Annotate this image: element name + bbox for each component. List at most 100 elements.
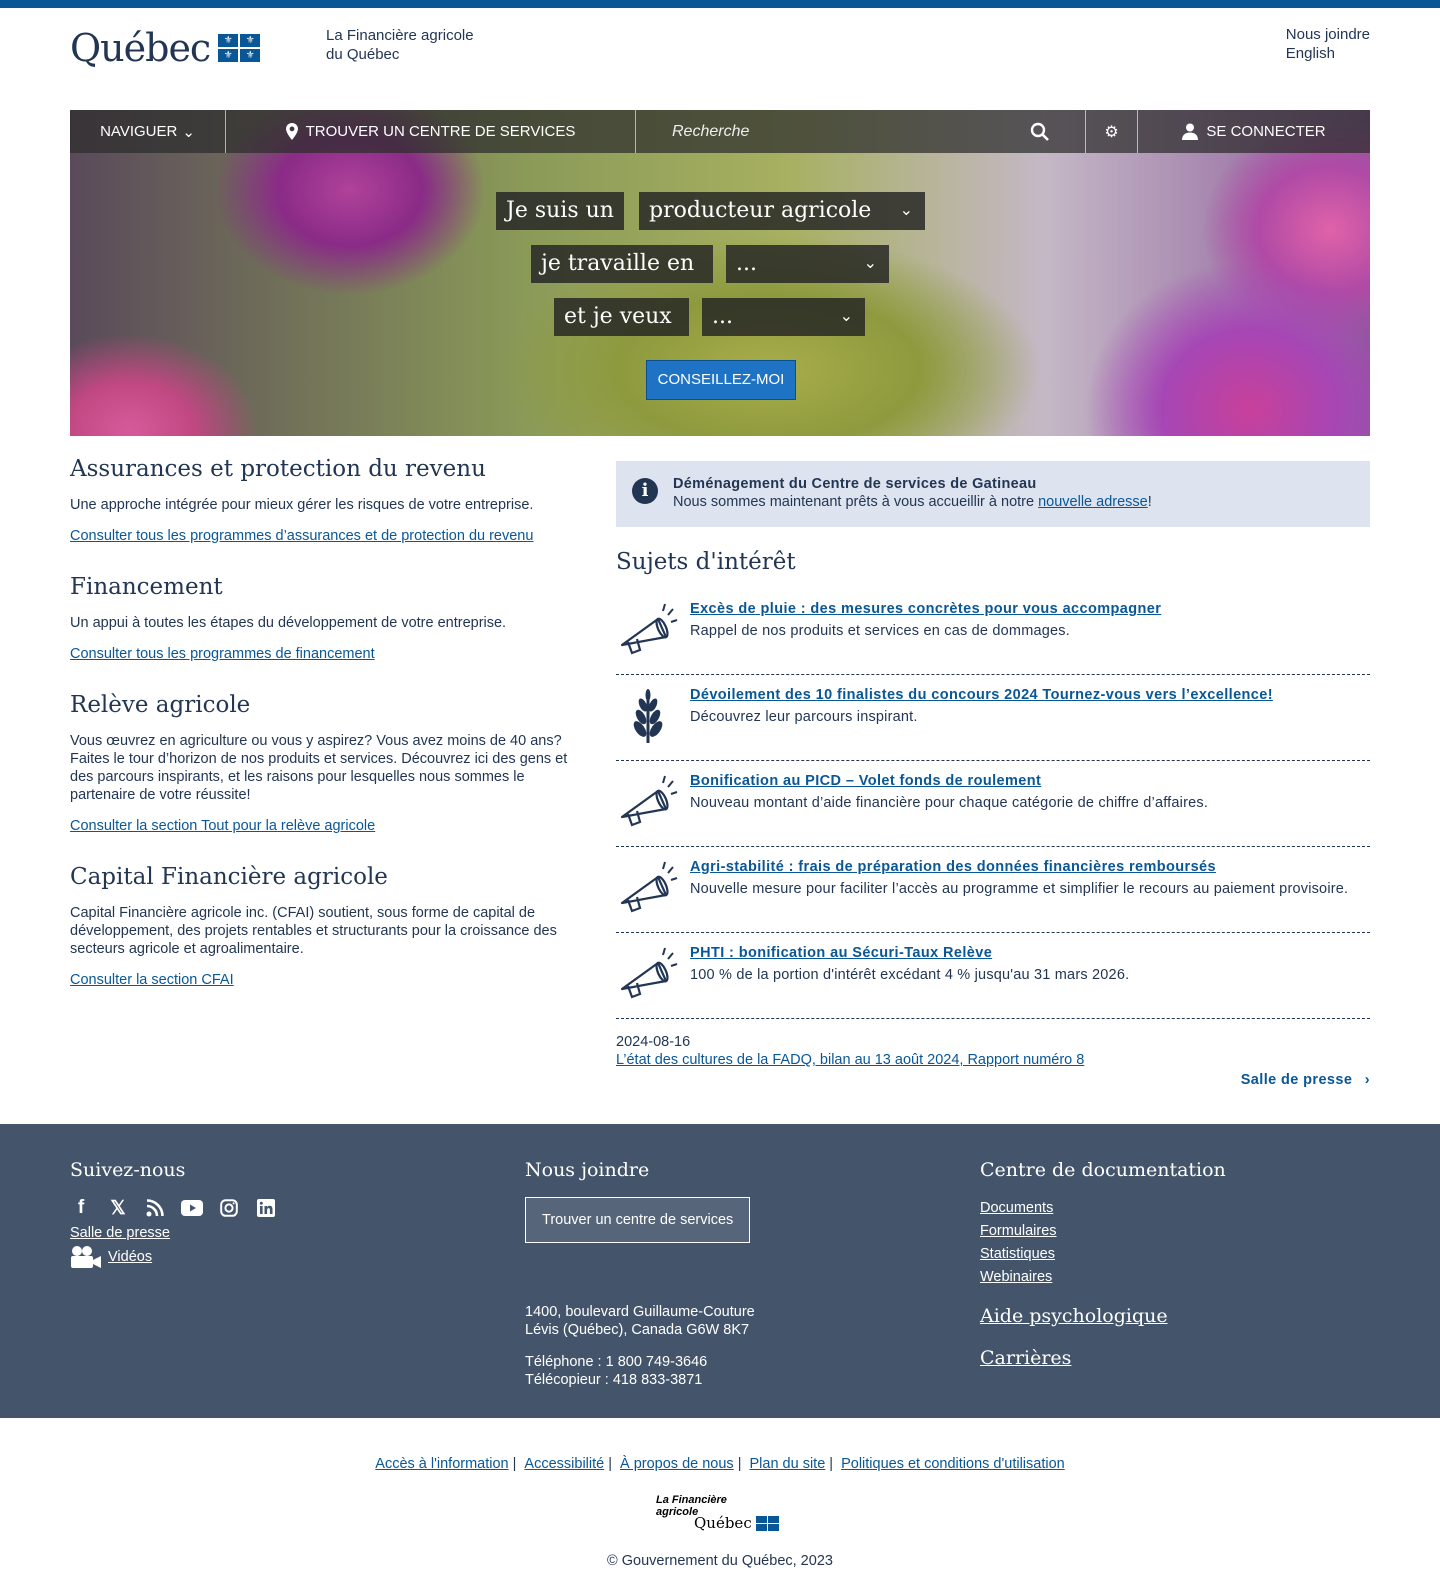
videos-link-row[interactable]: Vidéos xyxy=(70,1245,277,1269)
top-links: Nous joindre English xyxy=(1286,25,1370,63)
topic-item: Bonification au PICD – Volet fonds de ro… xyxy=(616,761,1370,847)
about-link[interactable]: À propos de nous xyxy=(620,1456,734,1472)
megaphone-icon xyxy=(618,773,678,831)
doc-link-documents[interactable]: Documents xyxy=(980,1197,1226,1220)
topic-link[interactable]: Bonification au PICD – Volet fonds de ro… xyxy=(690,773,1370,789)
doc-link-statistics[interactable]: Statistiques xyxy=(980,1243,1226,1266)
address: 1400, boulevard Guillaume-Couture Lévis … xyxy=(525,1304,755,1338)
accessibility-link[interactable]: Accessibilité xyxy=(524,1456,604,1472)
goal-select[interactable]: ... ⌄ xyxy=(702,298,865,336)
language-link[interactable]: English xyxy=(1286,44,1370,63)
news-column: i Déménagement du Centre de services de … xyxy=(616,461,1370,1088)
section-link[interactable]: Consulter la section Tout pour la relève… xyxy=(70,818,590,834)
search-input[interactable]: Recherche xyxy=(636,110,1086,153)
policies-link[interactable]: Politiques et conditions d'utilisation xyxy=(841,1456,1065,1472)
section-title: Financement xyxy=(70,574,223,600)
fadq-logo: La Financière agricole Québec xyxy=(656,1494,786,1534)
topic-item: Excès de pluie : des mesures concrètes p… xyxy=(616,589,1370,675)
site-footer: Suivez-nous f 𝕏 Salle de presse Vidéos N… xyxy=(0,1124,1440,1418)
section-link[interactable]: Consulter la section CFAI xyxy=(70,972,590,988)
topic-text: Nouvelle mesure pour faciliter l’accès a… xyxy=(690,881,1349,897)
wheat-icon xyxy=(618,687,678,745)
map-pin-icon xyxy=(285,123,298,140)
instagram-icon[interactable] xyxy=(218,1197,240,1219)
sitemap-link[interactable]: Plan du site xyxy=(750,1456,826,1472)
main-nav: NAVIGUER ⌄ TROUVER UN CENTRE DE SERVICES … xyxy=(70,110,1370,153)
producer-type-select[interactable]: producteur agricole ⌄ xyxy=(639,192,925,230)
megaphone-icon xyxy=(618,945,678,1003)
topic-item: Agri-stabilité : frais de préparation de… xyxy=(616,847,1370,933)
section-link[interactable]: Consulter tous les programmes de finance… xyxy=(70,646,590,662)
social-links: f 𝕏 xyxy=(70,1197,277,1219)
megaphone-icon xyxy=(618,601,678,659)
section-text: Une approche intégrée pour mieux gérer l… xyxy=(70,497,534,513)
access-info-link[interactable]: Accès à l'information xyxy=(375,1456,508,1472)
topic-item: PHTI : bonification au Sécuri-Taux Relèv… xyxy=(616,933,1370,1019)
section-text: Vous œuvrez en agriculture ou vous y asp… xyxy=(70,733,568,803)
topic-link[interactable]: Excès de pluie : des mesures concrètes p… xyxy=(690,601,1370,617)
megaphone-icon xyxy=(618,859,678,917)
quebec-wordmark: Québec xyxy=(70,26,211,70)
topic-text: Découvrez leur parcours inspirant. xyxy=(690,709,918,725)
fleurdelise-flag-icon xyxy=(755,1515,779,1531)
copyright: © Gouvernement du Québec, 2023 xyxy=(607,1553,833,1569)
hero-phrase-1: Je suis un xyxy=(496,192,624,230)
careers-link[interactable]: Carrières xyxy=(980,1347,1226,1369)
section-text: Capital Financière agricole inc. (CFAI) … xyxy=(70,905,557,957)
contact-title: Nous joindre xyxy=(525,1159,650,1181)
contact-link[interactable]: Nous joindre xyxy=(1286,25,1370,44)
topics-title: Sujets d'intérêt xyxy=(616,549,796,575)
doc-links: Documents Formulaires Statistiques Webin… xyxy=(980,1197,1226,1289)
new-address-link[interactable]: nouvelle adresse xyxy=(1038,494,1148,510)
quebec-logo[interactable]: Québec ⚜ ⚜ ⚜ ⚜ xyxy=(70,24,261,72)
facebook-icon[interactable]: f xyxy=(70,1197,92,1219)
topic-item: Dévoilement des 10 finalistes du concour… xyxy=(616,675,1370,761)
hero-phrase-2: je travaille en xyxy=(531,245,713,283)
press-room-link[interactable]: Salle de presse › xyxy=(1241,1072,1370,1088)
find-center-footer-button[interactable]: Trouver un centre de services xyxy=(525,1197,751,1243)
program-sections: Assurances et protection du revenu Une a… xyxy=(70,456,590,1018)
footer-press-link[interactable]: Salle de presse xyxy=(70,1225,277,1241)
news-entry: 2024-08-16 L’état des cultures de la FAD… xyxy=(616,1033,1370,1069)
info-alert: i Déménagement du Centre de services de … xyxy=(616,461,1370,527)
videos-link[interactable]: Vidéos xyxy=(108,1249,152,1265)
news-date: 2024-08-16 xyxy=(616,1034,691,1050)
rss-icon[interactable] xyxy=(144,1197,166,1219)
youtube-icon[interactable] xyxy=(181,1197,203,1219)
topics-list: Excès de pluie : des mesures concrètes p… xyxy=(616,589,1370,1019)
topic-link[interactable]: Dévoilement des 10 finalistes du concour… xyxy=(690,687,1370,703)
chevron-down-icon: ⌄ xyxy=(899,202,913,219)
gear-icon: ⚙ xyxy=(1104,123,1119,141)
settings-button[interactable]: ⚙ xyxy=(1086,110,1138,153)
sector-select[interactable]: ... ⌄ xyxy=(726,245,889,283)
topic-link[interactable]: Agri-stabilité : frais de préparation de… xyxy=(690,859,1370,875)
site-header: Québec ⚜ ⚜ ⚜ ⚜ La Financière agricole du Qu… xyxy=(70,22,1370,82)
find-center-button[interactable]: TROUVER UN CENTRE DE SERVICES xyxy=(226,110,636,153)
chevron-down-icon: ⌄ xyxy=(182,123,195,141)
doc-link-forms[interactable]: Formulaires xyxy=(980,1220,1226,1243)
docs-title: Centre de documentation xyxy=(980,1159,1226,1181)
hero-banner: NAVIGUER ⌄ TROUVER UN CENTRE DE SERVICES … xyxy=(70,110,1370,436)
topic-text: Nouveau montant d’aide financière pour c… xyxy=(690,795,1209,811)
top-accent-bar xyxy=(0,0,1440,8)
contact-column: Nous joindre Trouver un centre de servic… xyxy=(525,1159,755,1403)
topic-link[interactable]: PHTI : bonification au Sécuri-Taux Relèv… xyxy=(690,945,1370,961)
login-button[interactable]: SE CONNECTER xyxy=(1138,110,1370,153)
search-icon[interactable] xyxy=(1030,122,1049,141)
section-title: Capital Financière agricole xyxy=(70,864,388,890)
chevron-down-icon: ⌄ xyxy=(839,308,853,325)
section-link[interactable]: Consulter tous les programmes d’assuranc… xyxy=(70,528,590,544)
x-icon[interactable]: 𝕏 xyxy=(107,1197,129,1219)
chevron-right-icon: › xyxy=(1364,1072,1370,1088)
navigate-menu-button[interactable]: NAVIGUER ⌄ xyxy=(70,110,226,153)
fleurdelise-flag-icon: ⚜ ⚜ ⚜ ⚜ xyxy=(218,34,261,62)
phone-block: Téléphone : 1 800 749-3646 Télécopieur :… xyxy=(525,1353,755,1389)
chevron-down-icon: ⌄ xyxy=(863,255,877,272)
info-icon: i xyxy=(632,478,658,504)
linkedin-icon[interactable] xyxy=(255,1197,277,1219)
psychological-help-link[interactable]: Aide psychologique xyxy=(980,1305,1226,1327)
advise-me-button[interactable]: CONSEILLEZ-MOI xyxy=(646,360,796,400)
news-link[interactable]: L’état des cultures de la FADQ, bilan au… xyxy=(616,1052,1084,1068)
doc-link-webinars[interactable]: Webinaires xyxy=(980,1266,1226,1289)
org-name: La Financière agricole du Québec xyxy=(326,27,474,63)
